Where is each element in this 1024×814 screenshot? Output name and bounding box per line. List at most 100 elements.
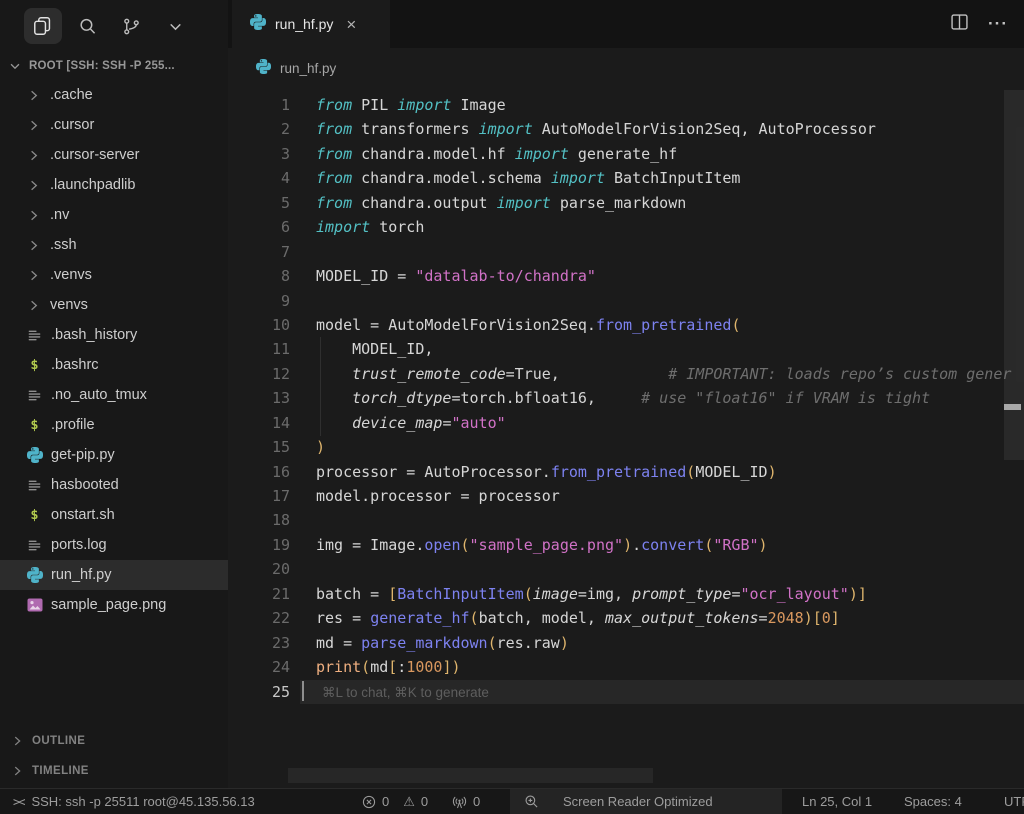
chevron-right-icon (26, 298, 41, 313)
split-editor-icon[interactable] (951, 14, 968, 35)
chevron-right-icon (26, 238, 41, 253)
folder-item-.launchpadlib[interactable]: .launchpadlib (0, 170, 228, 200)
code-line-3[interactable]: from chandra.model.hf import generate_hf (300, 142, 1024, 166)
code-lines[interactable]: from PIL import Imagefrom transformers i… (300, 93, 1024, 704)
folder-item-.cache[interactable]: .cache (0, 80, 228, 110)
code-line-13[interactable]: torch_dtype=torch.bfloat16, # use "float… (300, 386, 1024, 410)
root-folder-label: ROOT [SSH: SSH -P 255... (29, 60, 175, 72)
folder-item-venvs[interactable]: venvs (0, 290, 228, 320)
more-actions-icon[interactable]: ··· (988, 14, 1008, 34)
item-label: venvs (50, 297, 88, 313)
file-icon (27, 388, 42, 403)
remote-label: SSH: ssh -p 25511 root@45.135.56.13 (31, 794, 254, 809)
outline-label: OUTLINE (32, 735, 85, 747)
encoding-setting[interactable]: UTF-8 (1004, 789, 1024, 814)
code-line-5[interactable]: from chandra.output import parse_markdow… (300, 191, 1024, 215)
timeline-label: TIMELINE (32, 765, 89, 777)
line-number: 8 (228, 264, 290, 288)
line-number: 21 (228, 582, 290, 606)
python-icon (250, 14, 266, 35)
editor-actions: ··· (951, 0, 1008, 48)
tab-run-hf-py[interactable]: run_hf.py × (232, 0, 390, 48)
close-icon[interactable]: × (346, 16, 356, 33)
python-icon (27, 447, 43, 463)
code-line-10[interactable]: model = AutoModelForVision2Seq.from_pret… (300, 313, 1024, 337)
folder-item-.nv[interactable]: .nv (0, 200, 228, 230)
code-line-18[interactable] (300, 508, 1024, 532)
ports-indicator[interactable]: 0 (452, 789, 480, 814)
shell-icon: $ (30, 507, 38, 523)
code-line-4[interactable]: from chandra.model.schema import BatchIn… (300, 166, 1024, 190)
file-item-.no_auto_tmux[interactable]: .no_auto_tmux (0, 380, 228, 410)
tab-bar: run_hf.py × ··· (228, 0, 1024, 48)
folder-item-.venvs[interactable]: .venvs (0, 260, 228, 290)
code-line-21[interactable]: batch = [BatchInputItem(image=img, promp… (300, 582, 1024, 606)
code-line-24[interactable]: print(md[:1000]) (300, 655, 1024, 679)
line-number: 6 (228, 215, 290, 239)
source-control-icon[interactable] (112, 8, 150, 44)
code-line-17[interactable]: model.processor = processor (300, 484, 1024, 508)
code-line-7[interactable] (300, 240, 1024, 264)
file-item-hasbooted[interactable]: hasbooted (0, 470, 228, 500)
code-line-12[interactable]: trust_remote_code=True, # IMPORTANT: loa… (300, 362, 1024, 386)
code-area[interactable]: 1234567891011121314151617181920212223242… (228, 88, 1024, 788)
encoding-label: UTF-8 (1004, 794, 1024, 809)
outline-section-header[interactable]: OUTLINE (0, 726, 228, 756)
file-tree: .cache.cursor .cursor-server .launchpadlib… (0, 80, 228, 620)
chevron-down-icon[interactable] (156, 8, 194, 44)
cursor-position[interactable]: Ln 25, Col 1 (802, 789, 872, 814)
file-item-ports.log[interactable]: ports.log (0, 530, 228, 560)
code-line-9[interactable] (300, 289, 1024, 313)
code-line-1[interactable]: from PIL import Image (300, 93, 1024, 117)
file-icon (27, 478, 42, 493)
item-label: sample_page.png (51, 597, 166, 613)
error-count: 0 (382, 794, 389, 809)
screen-reader-label: Screen Reader Optimized (563, 794, 713, 809)
code-line-22[interactable]: res = generate_hf(batch, model, max_outp… (300, 606, 1024, 630)
indentation-setting[interactable]: Spaces: 4 (904, 789, 962, 814)
chevron-right-icon (26, 88, 41, 103)
file-item-.profile[interactable]: $.profile (0, 410, 228, 440)
code-line-8[interactable]: MODEL_ID = "datalab-to/chandra" (300, 264, 1024, 288)
code-line-11[interactable]: MODEL_ID, (300, 337, 1024, 361)
explorer-root-header[interactable]: ROOT [SSH: SSH -P 255... (0, 52, 228, 80)
code-line-2[interactable]: from transformers import AutoModelForVis… (300, 117, 1024, 141)
text-cursor (302, 681, 304, 701)
code-line-23[interactable]: md = parse_markdown(res.raw) (300, 631, 1024, 655)
problems-indicator[interactable]: 0 ⚠ 0 (362, 789, 436, 814)
warning-count: 0 (421, 794, 428, 809)
code-line-16[interactable]: processor = AutoProcessor.from_pretraine… (300, 460, 1024, 484)
explorer-icon[interactable] (24, 8, 62, 44)
code-line-6[interactable]: import torch (300, 215, 1024, 239)
folder-item-.ssh[interactable]: .ssh (0, 230, 228, 260)
folder-item-.cursor-server[interactable]: .cursor-server (0, 140, 228, 170)
search-icon[interactable] (68, 8, 106, 44)
screen-reader-mode[interactable]: Screen Reader Optimized (510, 789, 782, 814)
code-line-14[interactable]: device_map="auto" (300, 411, 1024, 435)
file-item-run_hf.py[interactable]: run_hf.py (0, 560, 228, 590)
folder-item-.cursor[interactable]: .cursor (0, 110, 228, 140)
file-item-onstart.sh[interactable]: $onstart.sh (0, 500, 228, 530)
file-item-.bashrc[interactable]: $.bashrc (0, 350, 228, 380)
breadcrumb[interactable]: run_hf.py (228, 48, 1024, 88)
remote-indicator[interactable]: >< SSH: ssh -p 25511 root@45.135.56.13 (13, 789, 255, 814)
code-line-20[interactable] (300, 557, 1024, 581)
activity-bar (24, 6, 194, 46)
file-item-.bash_history[interactable]: .bash_history (0, 320, 228, 350)
line-number: 2 (228, 117, 290, 141)
item-label: .venvs (50, 267, 92, 283)
file-item-get-pip.py[interactable]: get-pip.py (0, 440, 228, 470)
code-line-15[interactable]: ) (300, 435, 1024, 459)
file-item-sample_page.png[interactable]: sample_page.png (0, 590, 228, 620)
line-number: 5 (228, 191, 290, 215)
horizontal-scrollbar[interactable] (288, 768, 653, 783)
editor-group: run_hf.py × ··· run_hf.py 12345678910111… (228, 0, 1024, 788)
code-line-25[interactable]: ⌘L to chat, ⌘K to generate (300, 680, 1024, 704)
item-label: .nv (50, 207, 69, 223)
code-line-19[interactable]: img = Image.open("sample_page.png").conv… (300, 533, 1024, 557)
item-label: .cursor-server (50, 147, 139, 163)
item-label: .bashrc (51, 357, 99, 373)
timeline-section-header[interactable]: TIMELINE (0, 756, 228, 786)
chevron-right-icon (10, 764, 24, 778)
item-label: .no_auto_tmux (51, 387, 147, 403)
